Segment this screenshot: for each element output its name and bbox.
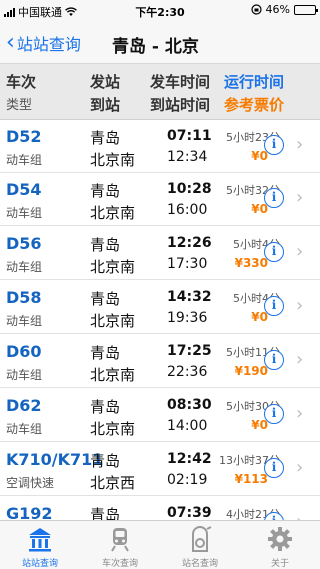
to-station: 北京南 [90, 366, 136, 384]
price: ¥330 [234, 256, 268, 270]
arrive-time: 16:00 [167, 202, 208, 218]
train-type: 动车组 [6, 260, 43, 274]
depart-time: 10:28 [167, 181, 212, 197]
info-icon[interactable]: i [264, 458, 284, 478]
battery-percent: 46% [265, 3, 290, 16]
info-icon[interactable]: i [264, 350, 284, 370]
chevron-right-icon: › [296, 187, 304, 208]
chevron-right-icon: › [296, 241, 304, 262]
tab-label: 车次查询 [101, 559, 138, 569]
tab-train-query[interactable]: 车次查询 [80, 521, 160, 569]
arrive-time: 12:34 [167, 149, 208, 165]
back-button-label: 站站查询 [16, 35, 81, 54]
tab-label: 站名查询 [181, 559, 218, 569]
depart-time: 14:32 [167, 289, 212, 305]
info-icon[interactable]: i [264, 188, 284, 208]
header-depart: 发车时间 [150, 73, 211, 91]
depart-time: 08:30 [167, 397, 212, 413]
tab-label: 关于 [270, 559, 289, 569]
tab-station-query[interactable]: 站站查询 [0, 521, 80, 569]
to-station: 北京南 [90, 151, 136, 169]
arrive-time: 14:00 [167, 418, 208, 434]
header-train: 车次 [6, 73, 37, 91]
back-button[interactable]: ‹ 站站查询 [6, 31, 81, 55]
train-row[interactable]: K710/K711 空调快速 青岛 北京西 12:42 02:19 13小时37… [0, 443, 320, 496]
chevron-right-icon: › [296, 349, 304, 370]
info-icon[interactable]: i [264, 242, 284, 262]
chevron-right-icon: › [296, 403, 304, 424]
chevron-right-icon: › [296, 134, 304, 155]
to-station: 北京南 [90, 258, 136, 276]
tab-bar: 站站查询 车次查询 站名查询 关于 [0, 520, 320, 569]
navigation-bar: ‹ 站站查询 青岛 - 北京 [0, 20, 320, 64]
tab-label: 站站查询 [21, 559, 58, 569]
train-number: D54 [6, 180, 42, 199]
status-bar: 中国联通 下午2:30 46% [0, 0, 320, 20]
train-number: K710/K711 [6, 450, 104, 469]
info-icon[interactable]: i [264, 296, 284, 316]
info-icon[interactable]: i [264, 135, 284, 155]
price: ¥113 [234, 472, 268, 486]
price: ¥190 [234, 364, 268, 378]
header-to: 到站 [90, 96, 121, 114]
train-number: D52 [6, 127, 42, 146]
train-number: D58 [6, 288, 42, 307]
to-station: 北京南 [90, 312, 136, 330]
train-type: 动车组 [6, 206, 43, 220]
tab-station-name-query[interactable]: 站名查询 [160, 521, 240, 569]
tab-about[interactable]: 关于 [240, 521, 320, 569]
arrive-time: 22:36 [167, 364, 208, 380]
train-icon [111, 528, 129, 552]
chevron-right-icon: › [296, 295, 304, 316]
header-arrive: 到站时间 [150, 96, 211, 114]
column-header: 车次 类型 发站 到站 发车时间 到站时间 运行时间 参考票价 [0, 64, 320, 120]
from-station: 青岛 [90, 452, 121, 470]
depart-time: 17:25 [167, 343, 212, 359]
from-station: 青岛 [90, 236, 121, 254]
chevron-right-icon: › [296, 457, 304, 478]
train-number: D62 [6, 396, 42, 415]
to-station: 北京南 [90, 420, 136, 438]
from-station: 青岛 [90, 290, 121, 308]
station-name-icon [192, 526, 212, 552]
header-price[interactable]: 参考票价 [224, 94, 284, 115]
train-type: 动车组 [6, 314, 43, 328]
to-station: 北京西 [90, 474, 136, 492]
arrive-time: 19:36 [167, 310, 208, 326]
train-row[interactable]: D60 动车组 青岛 北京南 17:25 22:36 5小时11分 ¥190 i… [0, 335, 320, 388]
from-station: 青岛 [90, 182, 121, 200]
depart-time: 07:39 [167, 505, 212, 521]
chevron-left-icon: ‹ [6, 30, 15, 55]
train-number: D60 [6, 342, 42, 361]
header-from: 发站 [90, 73, 121, 91]
train-row[interactable]: D58 动车组 青岛 北京南 14:32 19:36 5小时4分 ¥0 i › [0, 281, 320, 334]
arrive-time: 17:30 [167, 256, 208, 272]
train-type: 空调快速 [6, 476, 55, 490]
train-row[interactable]: D56 动车组 青岛 北京南 12:26 17:30 5小时4分 ¥330 i … [0, 227, 320, 280]
train-type: 动车组 [6, 422, 43, 436]
from-station: 青岛 [90, 344, 121, 362]
page-title: 青岛 - 北京 [112, 37, 199, 57]
orientation-lock-icon [250, 4, 262, 15]
train-type: 动车组 [6, 153, 43, 167]
depart-time: 12:26 [167, 235, 212, 251]
info-icon[interactable]: i [264, 404, 284, 424]
gear-icon [268, 527, 292, 551]
status-right: 46% [250, 3, 318, 16]
depart-time: 07:11 [167, 128, 212, 144]
train-type: 动车组 [6, 368, 43, 382]
header-duration[interactable]: 运行时间 [224, 71, 284, 92]
battery-icon [294, 4, 318, 15]
train-row[interactable]: D54 动车组 青岛 北京南 10:28 16:00 5小时32分 ¥0 i › [0, 173, 320, 226]
train-number: D56 [6, 234, 42, 253]
to-station: 北京南 [90, 204, 136, 222]
train-row[interactable]: D62 动车组 青岛 北京南 08:30 14:00 5小时30分 ¥0 i › [0, 389, 320, 442]
arrive-time: 02:19 [167, 472, 208, 488]
header-type: 类型 [6, 98, 33, 113]
depart-time: 12:42 [167, 451, 212, 467]
station-building-icon [29, 528, 51, 552]
train-row[interactable]: D52 动车组 青岛 北京南 07:11 12:34 5小时23分 ¥0 i › [0, 120, 320, 173]
from-station: 青岛 [90, 398, 121, 416]
from-station: 青岛 [90, 129, 121, 147]
